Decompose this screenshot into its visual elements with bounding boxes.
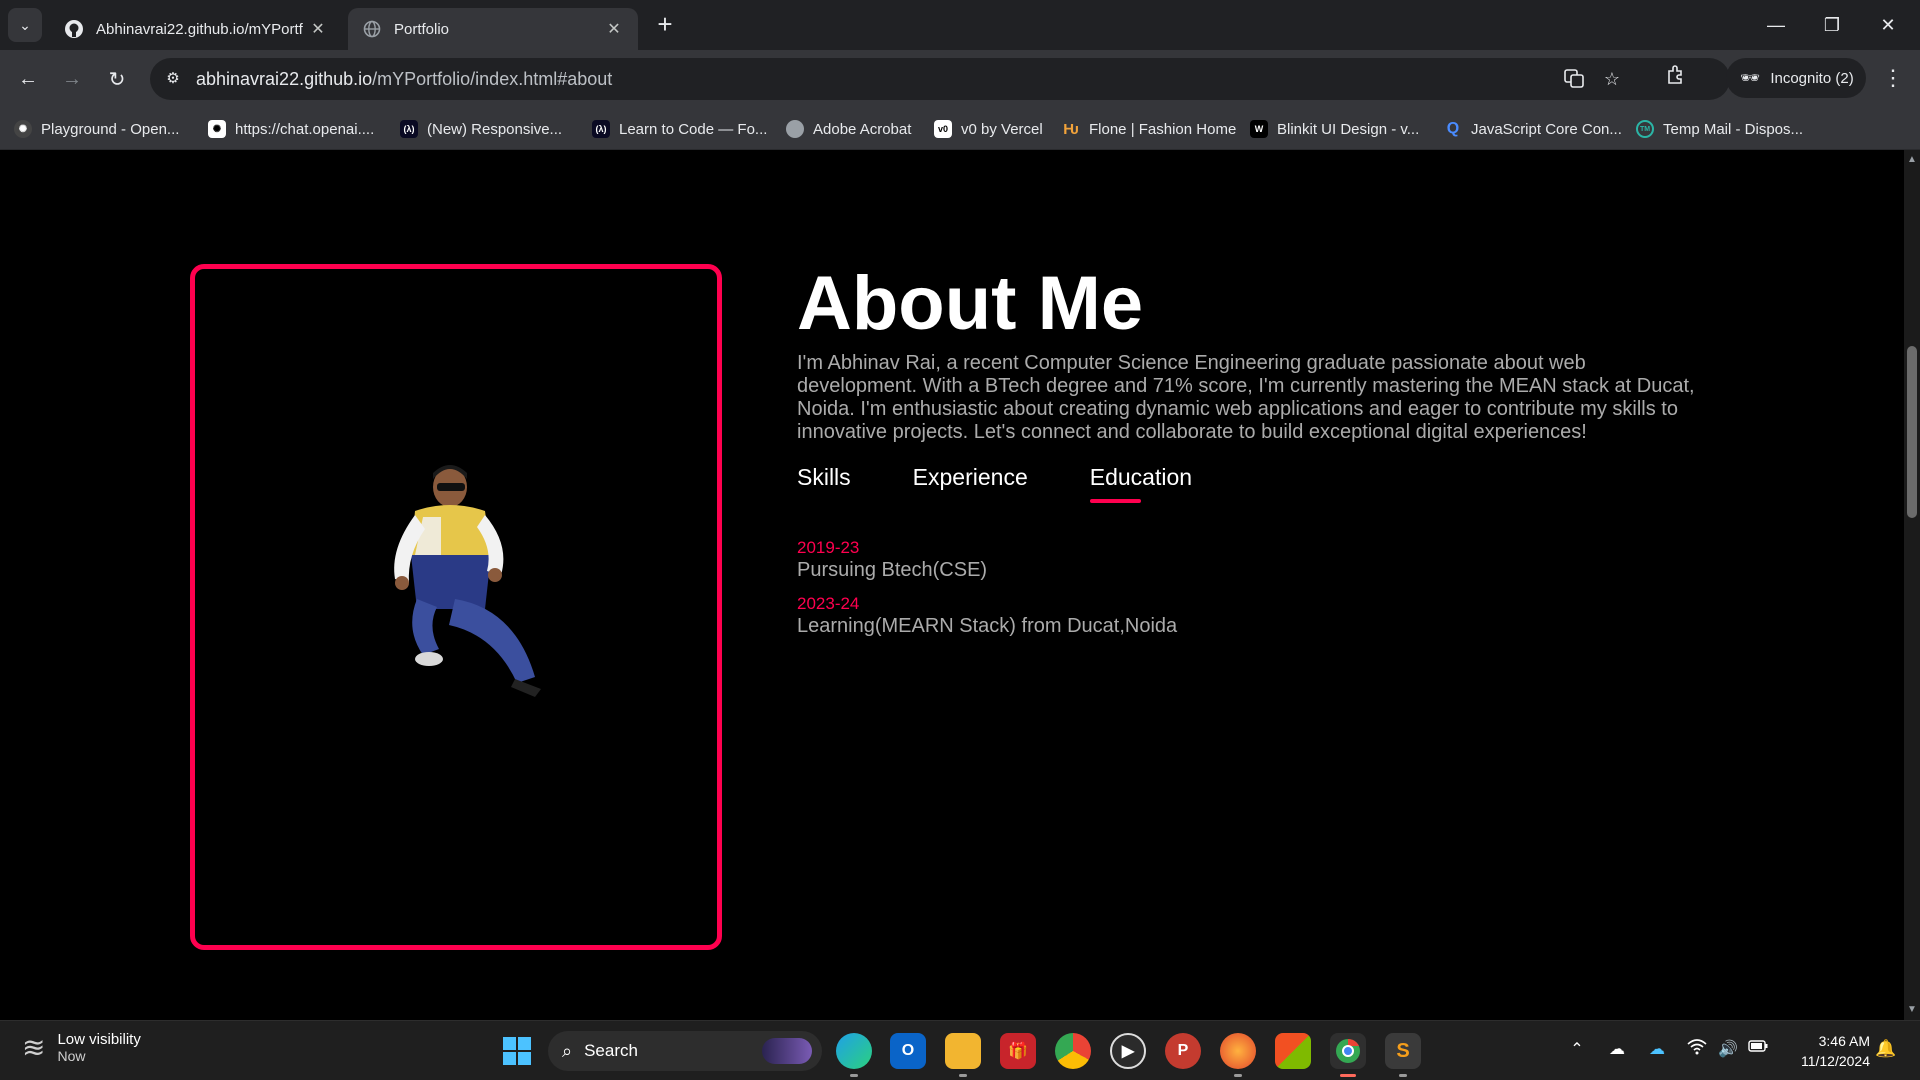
minimize-button[interactable]: — [1748,0,1804,50]
close-icon[interactable]: ✕ [308,19,328,39]
tab-search-button[interactable]: ⌄ [8,8,42,42]
chrome-icon[interactable] [1055,1033,1091,1069]
kebab-menu-icon[interactable]: ⋮ [1878,63,1908,95]
reload-icon: ↻ [108,68,126,91]
openai-icon: ✺ [14,120,32,138]
site-info-icon[interactable]: ⚙ [160,66,186,92]
openai-icon: ✺ [208,120,226,138]
url-text[interactable]: abhinavrai22.github.io/mYPortfolio/index… [196,69,612,90]
star-icon[interactable]: ☆ [1600,67,1624,91]
address-bar[interactable]: ⚙ abhinavrai22.github.io/mYPortfolio/ind… [150,58,1730,100]
list-item: 2023-24 Learning(MEARN Stack) from Ducat… [797,594,1697,638]
tab-education[interactable]: Education [1089,464,1192,503]
close-icon[interactable]: ✕ [604,19,624,39]
scrollbar-thumb[interactable] [1907,346,1917,518]
freecodecamp-icon: (λ) [400,120,418,138]
arrow-right-icon: → [62,67,82,90]
forward-button[interactable]: → [56,63,88,95]
globe-icon [362,19,382,39]
edge-icon[interactable] [836,1033,872,1077]
incognito-icon: 🕶 [1740,70,1761,87]
windows-start-button[interactable] [503,1037,531,1065]
flone-icon: Ƕ [1063,120,1079,138]
taskbar-search[interactable]: ⌕ Search [548,1031,822,1071]
tab-title: Abhinavrai22.github.io/mYPortf [96,20,303,38]
outlook-icon[interactable]: O [890,1033,926,1069]
bookmarks-bar: ✺ Playground - Open... ✺ https://chat.open… [0,108,1920,150]
powerpoint-icon[interactable]: P [1165,1033,1201,1069]
figma-icon: W [1250,120,1268,138]
firefox-icon[interactable] [1220,1033,1256,1077]
store-icon[interactable] [1275,1033,1311,1069]
close-window-button[interactable]: ✕ [1860,0,1916,50]
tab-skills[interactable]: Skills [797,464,851,503]
gift-icon[interactable]: 🎁 [1000,1033,1036,1069]
bookmark-item[interactable]: Adobe Acrobat [786,116,911,142]
about-section: About Me I'm Abhinav Rai, a recent Compu… [797,262,1697,650]
tab-title: Portfolio [394,20,450,38]
tab-portfolio[interactable]: Portfolio ✕ [348,8,638,50]
bookmark-item[interactable]: v0 v0 by Vercel [934,116,1043,142]
bookmark-item[interactable]: ✺ Playground - Open... [14,116,179,142]
education-list: 2019-23 Pursuing Btech(CSE) 2023-24 Lear… [797,538,1697,638]
bookmark-item[interactable]: W Blinkit UI Design - v... [1250,116,1419,142]
battery-icon[interactable] [1746,1039,1770,1057]
globe-icon [786,120,804,138]
github-icon [64,19,84,39]
page-viewport: About Me I'm Abhinav Rai, a recent Compu… [0,150,1904,1020]
tempmail-icon: TM [1636,120,1654,138]
restore-button[interactable]: ❐ [1804,0,1860,50]
search-highlight-image [762,1038,812,1064]
scroll-up-icon[interactable]: ▲ [1904,152,1920,168]
bookmark-item[interactable]: ✺ https://chat.openai.... [208,116,374,142]
education-description: Learning(MEARN Stack) from Ducat,Noida [797,615,1178,637]
profile-photo-frame [190,264,722,950]
translate-icon[interactable] [1562,67,1586,91]
list-item: 2019-23 Pursuing Btech(CSE) [797,538,1697,582]
arrow-left-icon: ← [18,67,38,90]
windows-taskbar: ≋ Low visibility Now ⌕ Search O 🎁 ▶ P S … [0,1020,1920,1080]
education-description: Pursuing Btech(CSE) [797,559,988,581]
fog-icon: ≋ [22,1032,46,1063]
sublime-text-icon[interactable]: S [1385,1033,1421,1077]
scroll-down-icon[interactable]: ▼ [1904,1002,1920,1018]
wifi-icon[interactable] [1685,1039,1709,1060]
page-scrollbar[interactable]: ▲ ▼ [1904,150,1920,1020]
bookmark-item[interactable]: Q JavaScript Core Con... [1444,116,1622,142]
bookmark-item[interactable]: Ƕ Flone | Fashion Home [1062,116,1236,142]
onedrive-icon[interactable]: ☁ [1605,1039,1629,1059]
tab-experience[interactable]: Experience [913,464,1028,503]
volume-icon[interactable]: 🔊 [1716,1039,1740,1059]
bookmark-item[interactable]: (λ) Learn to Code — Fo... [592,116,767,142]
media-player-icon[interactable]: ▶ [1110,1033,1146,1069]
education-year: 2023-24 [797,594,860,613]
about-tabs: Skills Experience Education [797,464,1697,503]
onedrive-sync-icon[interactable]: ☁ [1645,1039,1669,1059]
freecodecamp-icon: (λ) [592,120,610,138]
education-year: 2019-23 [797,538,860,557]
bookmark-item[interactable]: (λ) (New) Responsive... [400,116,562,142]
chevron-down-icon: ⌄ [19,16,31,33]
notification-bell-icon[interactable]: 🔔 [1875,1039,1896,1059]
tab-strip: ⌄ Abhinavrai22.github.io/mYPortf ✕ Portf… [0,0,1920,50]
system-clock[interactable]: 3:46 AM 11/12/2024 [1786,1031,1870,1071]
about-heading: About Me [797,261,1144,346]
back-button[interactable]: ← [12,63,44,95]
new-tab-button[interactable]: + [650,10,680,40]
browser-toolbar: ← → ↻ ⚙ abhinavrai22.github.io/mYPortfol… [0,50,1920,108]
search-magnifier-icon: Q [1446,120,1460,137]
bookmark-item[interactable]: TM Temp Mail - Dispos... [1636,116,1803,142]
search-icon: ⌕ [562,1040,573,1061]
chrome-incognito-icon[interactable] [1330,1033,1366,1077]
tab-github[interactable]: Abhinavrai22.github.io/mYPortf ✕ [50,8,342,50]
weather-widget[interactable]: ≋ Low visibility Now [22,1031,141,1064]
chevron-up-icon[interactable]: ⌃ [1565,1039,1589,1059]
v0-icon: v0 [934,120,952,138]
reload-button[interactable]: ↻ [101,63,133,95]
profile-photo [394,465,541,697]
about-paragraph: I'm Abhinav Rai, a recent Computer Scien… [797,352,1695,443]
file-explorer-icon[interactable] [945,1033,981,1077]
incognito-profile-button[interactable]: 🕶 Incognito (2) [1726,58,1866,98]
extensions-icon[interactable] [1660,63,1692,95]
